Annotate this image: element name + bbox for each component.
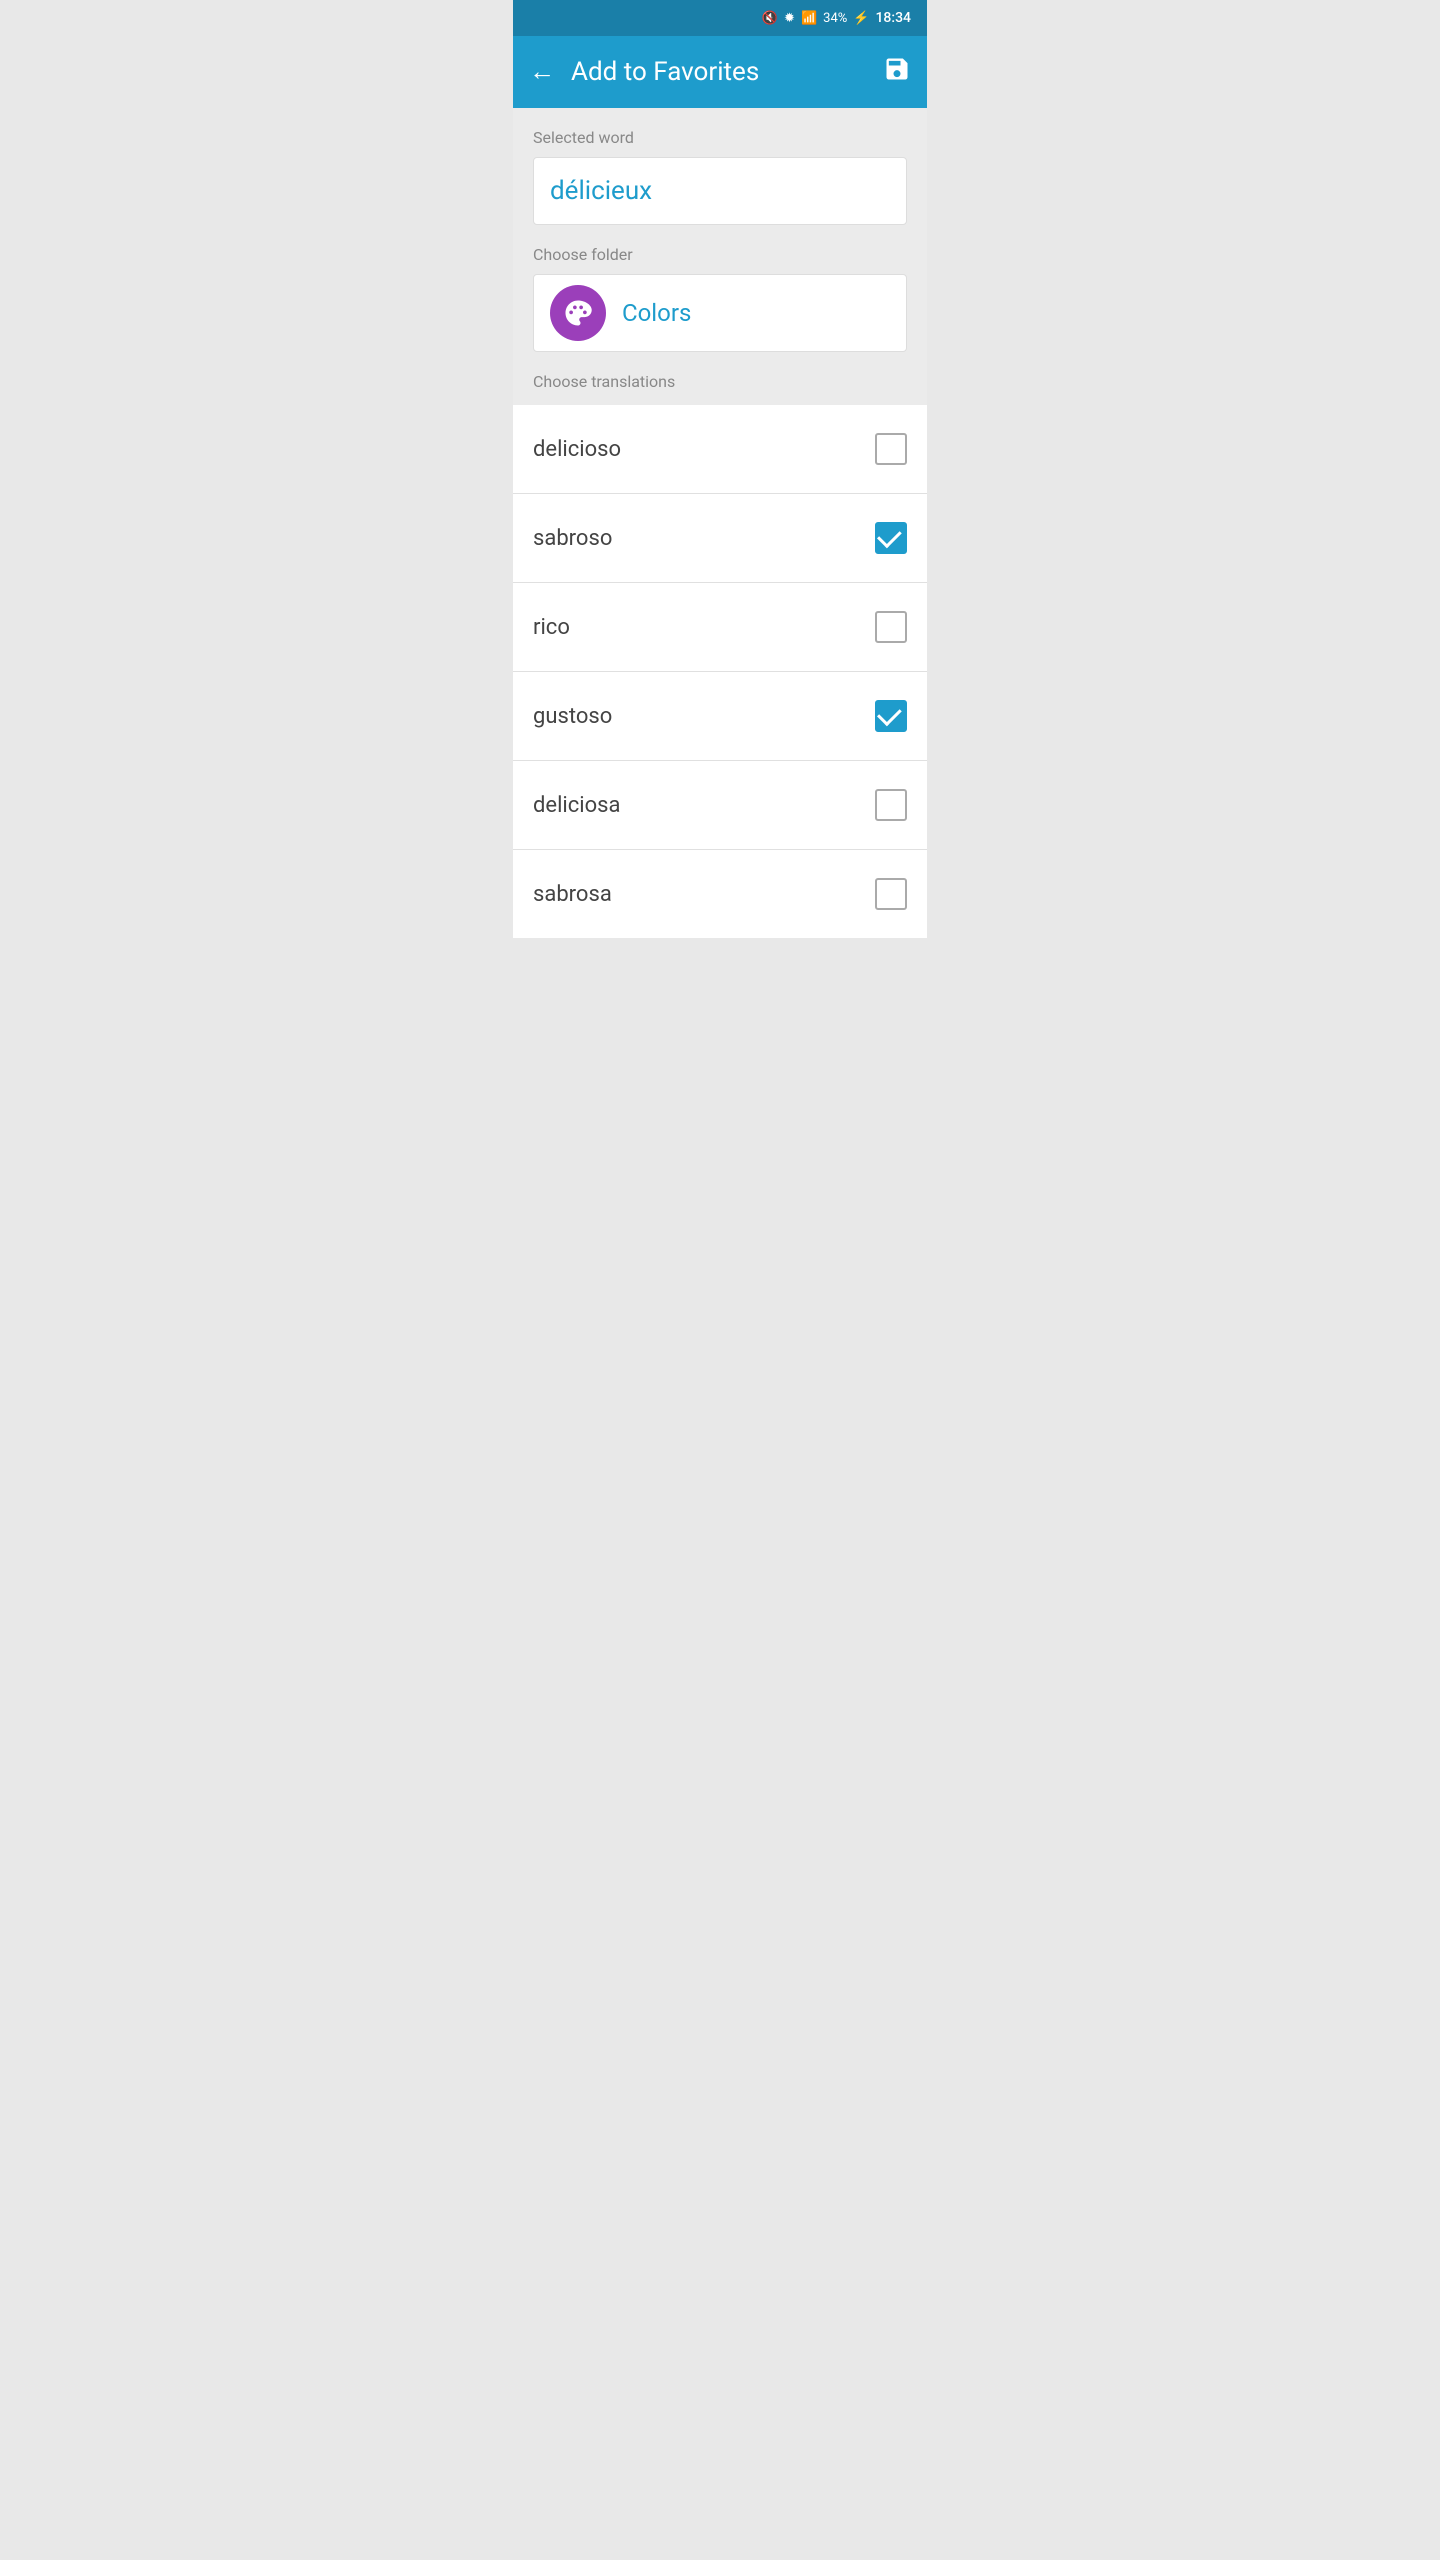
- translation-checkbox[interactable]: [875, 522, 907, 554]
- choose-translations-label: Choose translations: [533, 372, 907, 405]
- bluetooth-icon: ✹: [784, 11, 795, 26]
- translation-item[interactable]: gustoso: [513, 672, 927, 761]
- translation-checkbox[interactable]: [875, 789, 907, 821]
- battery-icon: ⚡: [853, 11, 869, 26]
- translation-checkbox[interactable]: [875, 611, 907, 643]
- translation-item[interactable]: deliciosa: [513, 761, 927, 850]
- save-button[interactable]: [883, 55, 911, 89]
- status-icons: 🔇 ✹ 📶 34% ⚡ 18:34: [762, 10, 911, 26]
- palette-icon: [563, 298, 593, 328]
- translation-checkbox[interactable]: [875, 878, 907, 910]
- word-input-box: délicieux: [533, 157, 907, 225]
- translation-text: gustoso: [533, 704, 612, 729]
- app-bar-title: Add to Favorites: [571, 57, 759, 87]
- translation-item[interactable]: rico: [513, 583, 927, 672]
- translations-list: delicioso sabroso rico gustoso deliciosa sabr…: [513, 405, 927, 938]
- folder-name: Colors: [622, 299, 691, 327]
- translation-text: delicioso: [533, 437, 621, 462]
- translation-text: rico: [533, 615, 570, 640]
- save-icon: [883, 55, 911, 83]
- translation-item[interactable]: sabrosa: [513, 850, 927, 938]
- battery-level: 34%: [823, 11, 847, 26]
- choose-folder-label: Choose folder: [533, 245, 907, 264]
- app-bar-left: ← Add to Favorites: [529, 57, 759, 87]
- app-bar: ← Add to Favorites: [513, 36, 927, 108]
- translation-checkbox[interactable]: [875, 700, 907, 732]
- back-button[interactable]: ←: [529, 59, 555, 85]
- status-time: 18:34: [875, 10, 911, 26]
- content-area: Selected word délicieux Choose folder Co…: [513, 108, 927, 405]
- signal-icon: 📶: [801, 11, 817, 26]
- selected-word-value: délicieux: [550, 176, 652, 206]
- translation-text: sabroso: [533, 526, 612, 551]
- mute-icon: 🔇: [762, 11, 778, 26]
- folder-icon-circle: [550, 285, 606, 341]
- selected-word-label: Selected word: [533, 128, 907, 147]
- translation-checkbox[interactable]: [875, 433, 907, 465]
- status-bar: 🔇 ✹ 📶 34% ⚡ 18:34: [513, 0, 927, 36]
- translation-text: deliciosa: [533, 793, 621, 818]
- translation-item[interactable]: sabroso: [513, 494, 927, 583]
- translation-text: sabrosa: [533, 882, 612, 907]
- translation-item[interactable]: delicioso: [513, 405, 927, 494]
- folder-selector[interactable]: Colors: [533, 274, 907, 352]
